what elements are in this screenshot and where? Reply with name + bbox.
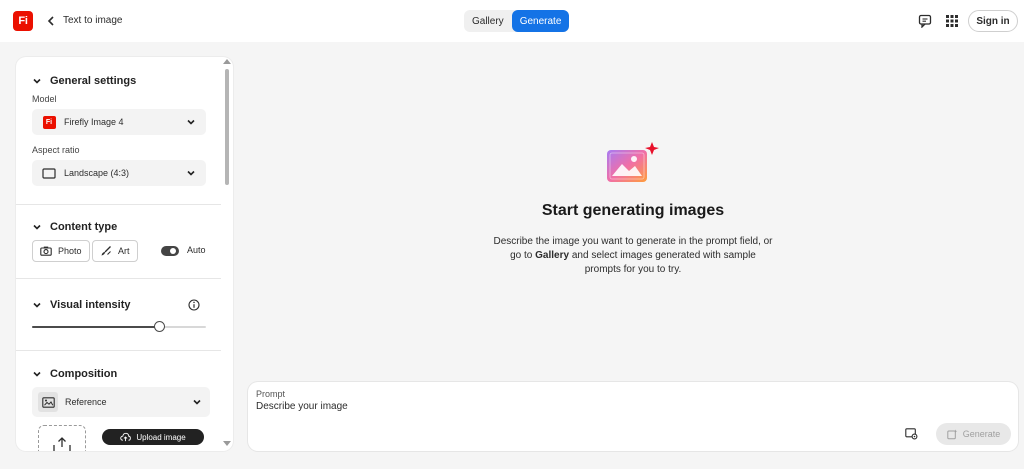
tab-generate[interactable]: Generate (511, 10, 570, 32)
general-settings-header[interactable]: General settings (32, 75, 136, 87)
chevron-down-icon (32, 369, 42, 379)
scroll-thumb[interactable] (225, 69, 229, 185)
empty-state-description: Describe the image you want to generate … (493, 236, 773, 275)
generate-sparkle-icon (947, 429, 958, 440)
apps-grid-icon[interactable] (944, 13, 960, 29)
chevron-down-icon (186, 117, 196, 127)
page-title: Text to image (63, 15, 123, 26)
composition-header[interactable]: Composition (32, 368, 117, 380)
scroll-up-arrow[interactable] (223, 59, 231, 64)
auto-label: Auto (187, 245, 206, 255)
settings-panel: General settings Model Fi Firefly Image … (16, 57, 233, 451)
aspect-ratio-dropdown[interactable]: Landscape (4:3) (32, 160, 206, 186)
back-button[interactable] (44, 13, 58, 29)
visual-intensity-header[interactable]: Visual intensity (32, 299, 131, 311)
info-icon[interactable] (188, 299, 200, 311)
photo-chip[interactable]: Photo (32, 240, 90, 262)
reference-label: Reference (65, 397, 107, 407)
section-title: Content type (50, 221, 118, 233)
auto-toggle[interactable] (161, 246, 179, 256)
image-upload-icon (53, 437, 71, 451)
prompt-input[interactable] (256, 401, 856, 412)
art-label: Art (118, 246, 130, 256)
top-bar: Fi Text to image Gallery Generate Sign i… (0, 0, 1024, 42)
prompt-label: Prompt (256, 389, 286, 399)
model-label: Model (32, 94, 57, 104)
toggle-knob (170, 248, 176, 254)
divider (16, 350, 221, 351)
gallery-link[interactable]: Gallery (535, 250, 569, 261)
chevron-down-icon (32, 76, 42, 86)
section-title: Composition (50, 368, 118, 380)
section-title: Visual intensity (50, 299, 131, 311)
firefly-logo[interactable]: Fi (13, 11, 33, 31)
section-title: General settings (50, 75, 137, 87)
prompt-bar: Prompt Generate (248, 382, 1018, 451)
divider (16, 278, 221, 279)
reference-dropdown[interactable]: Reference (32, 387, 210, 417)
divider (16, 204, 221, 205)
upload-drop-zone[interactable] (38, 425, 86, 451)
generate-button[interactable]: Generate (936, 423, 1011, 445)
tab-gallery[interactable]: Gallery (464, 10, 512, 32)
model-value: Firefly Image 4 (64, 117, 124, 127)
settings-scrollbar[interactable] (221, 57, 233, 451)
model-dropdown[interactable]: Fi Firefly Image 4 (32, 109, 206, 135)
art-chip[interactable]: Art (92, 240, 138, 262)
prompt-settings-icon[interactable] (904, 427, 918, 441)
intensity-slider-thumb[interactable] (153, 321, 165, 332)
aspect-ratio-label: Aspect ratio (32, 145, 80, 155)
upload-image-button[interactable]: Upload image (102, 429, 204, 445)
brush-icon (100, 245, 112, 257)
intensity-slider-fill (32, 326, 160, 328)
chevron-left-icon (47, 16, 54, 26)
reference-image-icon (38, 392, 58, 412)
generate-label: Generate (962, 429, 1001, 439)
empty-state-title: Start generating images (541, 202, 725, 219)
aspect-ratio-value: Landscape (4:3) (64, 168, 130, 178)
sign-in-button[interactable]: Sign in (968, 10, 1018, 32)
feedback-icon[interactable] (917, 13, 933, 29)
chevron-down-icon (186, 168, 196, 178)
scroll-down-arrow[interactable] (223, 441, 231, 446)
chevron-down-icon (32, 222, 42, 232)
firefly-model-icon: Fi (42, 115, 56, 129)
upload-image-label: Upload image (136, 432, 186, 442)
content-type-header[interactable]: Content type (32, 221, 117, 233)
landscape-icon (42, 166, 56, 180)
cloud-upload-icon (120, 432, 132, 443)
chevron-down-icon (192, 397, 202, 407)
generate-image-illustration-icon (605, 140, 661, 184)
chevron-down-icon (32, 300, 42, 310)
photo-label: Photo (58, 246, 82, 256)
view-switcher: Gallery Generate (464, 10, 570, 32)
camera-icon (40, 245, 52, 257)
